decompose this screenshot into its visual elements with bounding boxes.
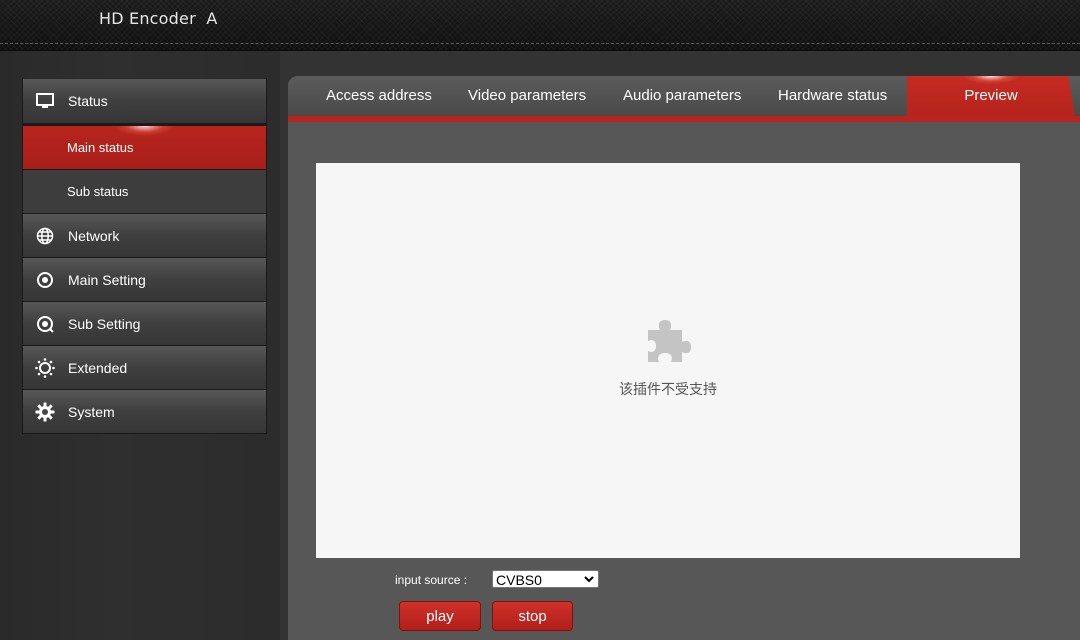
sidebar-item-label: Main Setting [68,271,146,288]
chevron-down-icon [584,576,594,583]
play-button[interactable]: play [399,601,481,631]
sidebar-subitem-sub-status[interactable]: Sub status [23,169,266,213]
header-stitch-divider [0,43,1080,44]
sidebar-subitem-label: Sub status [67,184,129,199]
sidebar-item-label: Network [68,227,120,244]
stop-button[interactable]: stop [492,601,573,631]
tab-preview[interactable]: Preview [907,76,1075,116]
sidebar-item-status[interactable]: Status [23,78,266,123]
sidebar-item-sub-setting[interactable]: Sub Setting [23,301,266,345]
target-icon [35,270,55,290]
puzzle-icon [648,320,691,362]
sidebar-subitem-label: Main status [67,140,134,155]
tab-bar: Access address Video parameters Audio pa… [288,76,1080,122]
input-source-value: CVBS0 [496,572,542,588]
tab-video-parameters[interactable]: Video parameters [468,76,586,116]
input-source-label: input source : [395,573,468,587]
sidebar-item-label: System [68,403,115,420]
monitor-icon [35,91,55,111]
tab-hardware-status[interactable]: Hardware status [778,76,887,116]
sidebar-item-main-setting[interactable]: Main Setting [23,257,266,301]
plugin-placeholder: 该插件不受支持 [316,163,1020,558]
target-icon [35,314,55,334]
sidebar-item-label: Extended [68,359,128,376]
sidebar-item-system[interactable]: System [23,389,266,433]
content-panel: Access address Video parameters Audio pa… [288,76,1080,640]
gear-icon [35,402,55,422]
sidebar-item-label: Sub Setting [68,315,141,332]
tab-access-address[interactable]: Access address [326,76,432,116]
globe-icon [35,226,55,246]
sidebar-item-label: Status [68,93,108,109]
sidebar-item-network[interactable]: Network [23,213,266,257]
plugin-unsupported-message: 该插件不受支持 [619,382,717,398]
app-header: HD Encoder A [0,0,1080,51]
sun-icon [35,357,55,378]
input-source-select[interactable]: CVBS0 [492,570,599,588]
app-title: HD Encoder A [99,9,218,28]
sidebar-item-extended[interactable]: Extended [23,345,266,389]
tab-audio-parameters[interactable]: Audio parameters [623,76,741,116]
sidebar: Status Main status Sub status Network Ma… [22,78,267,434]
sidebar-subitem-main-status[interactable]: Main status [23,123,266,169]
